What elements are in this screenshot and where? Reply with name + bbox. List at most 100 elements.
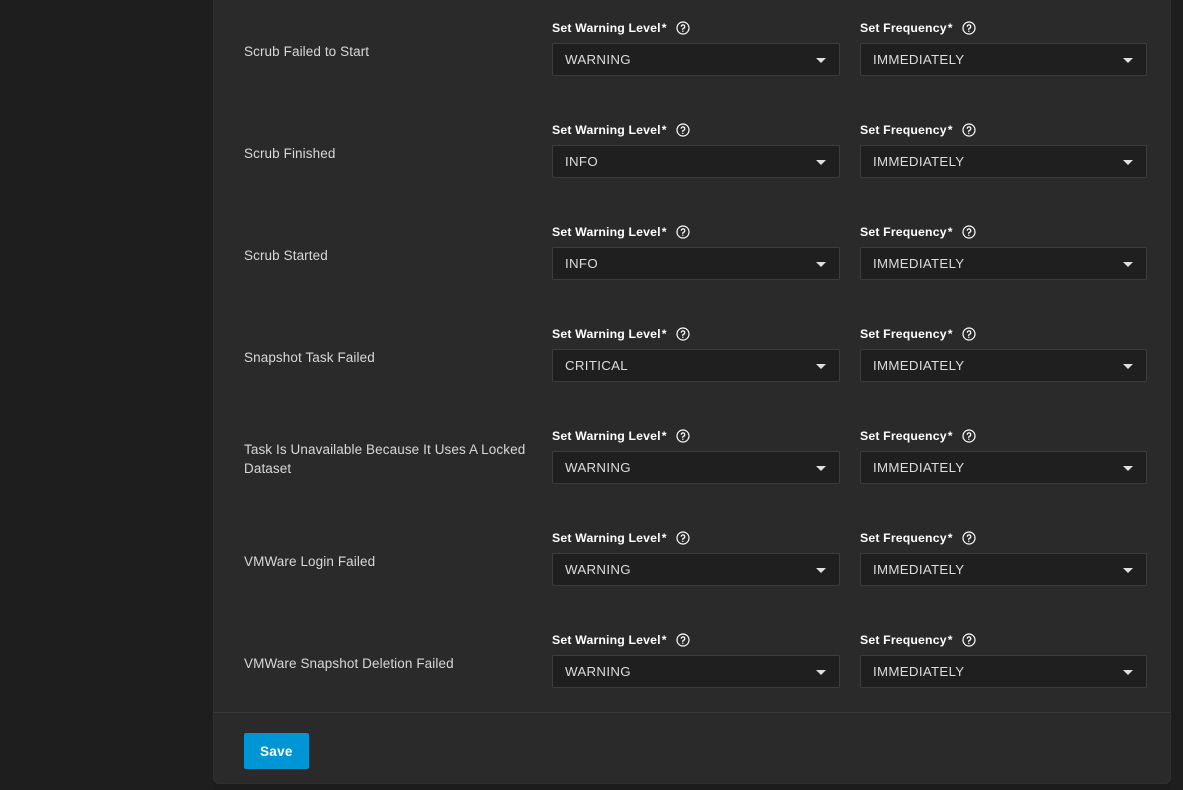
required-marker: * [662, 123, 667, 137]
frequency-label-text: Set Frequency [860, 123, 947, 137]
required-marker: * [948, 633, 953, 647]
frequency-value: IMMEDIATELY [861, 664, 964, 679]
frequency-field: Set Frequency* IMMEDIATELY [860, 0, 1147, 76]
chevron-down-icon [1123, 364, 1133, 369]
warning-level-label: Set Warning Level* [552, 20, 840, 36]
help-circle-icon[interactable] [676, 123, 690, 137]
chevron-down-icon [1123, 58, 1133, 63]
help-circle-icon[interactable] [962, 633, 976, 647]
required-marker: * [948, 327, 953, 341]
frequency-select[interactable]: IMMEDIATELY [860, 349, 1147, 382]
required-marker: * [662, 633, 667, 647]
warning-level-select[interactable]: INFO [552, 145, 840, 178]
frequency-select[interactable]: IMMEDIATELY [860, 655, 1147, 688]
required-marker: * [662, 21, 667, 35]
warning-level-value: WARNING [553, 52, 631, 67]
chevron-down-icon [1123, 466, 1133, 471]
help-circle-icon[interactable] [962, 123, 976, 137]
warning-level-field: Set Warning Level* INFO [552, 102, 840, 178]
required-marker: * [948, 429, 953, 443]
frequency-label: Set Frequency* [860, 530, 1147, 546]
save-button[interactable]: Save [244, 733, 309, 769]
alert-row: Scrub Failed to Start Set Warning Level*… [214, 0, 1170, 102]
required-marker: * [948, 21, 953, 35]
warning-level-label: Set Warning Level* [552, 632, 840, 648]
chevron-down-icon [1123, 670, 1133, 675]
alert-row: Scrub Started Set Warning Level* INFO [214, 204, 1170, 306]
warning-level-value: INFO [553, 154, 598, 169]
frequency-label-text: Set Frequency [860, 531, 947, 545]
warning-level-field: Set Warning Level* WARNING [552, 0, 840, 76]
help-circle-icon[interactable] [962, 429, 976, 443]
frequency-label: Set Frequency* [860, 428, 1147, 444]
frequency-label-text: Set Frequency [860, 21, 947, 35]
warning-level-value: WARNING [553, 460, 631, 475]
warning-level-select[interactable]: WARNING [552, 43, 840, 76]
required-marker: * [948, 123, 953, 137]
frequency-field: Set Frequency* IMMEDIATELY [860, 306, 1147, 382]
required-marker: * [662, 531, 667, 545]
help-circle-icon[interactable] [676, 225, 690, 239]
frequency-label: Set Frequency* [860, 326, 1147, 342]
frequency-value: IMMEDIATELY [861, 358, 964, 373]
alert-row: Task Is Unavailable Because It Uses A Lo… [214, 408, 1170, 510]
chevron-down-icon [816, 58, 826, 63]
frequency-select[interactable]: IMMEDIATELY [860, 553, 1147, 586]
warning-level-label: Set Warning Level* [552, 428, 840, 444]
help-circle-icon[interactable] [676, 633, 690, 647]
frequency-value: IMMEDIATELY [861, 154, 964, 169]
frequency-value: IMMEDIATELY [861, 256, 964, 271]
frequency-field: Set Frequency* IMMEDIATELY [860, 612, 1147, 688]
frequency-label: Set Frequency* [860, 122, 1147, 138]
help-circle-icon[interactable] [962, 21, 976, 35]
warning-level-select[interactable]: WARNING [552, 553, 840, 586]
frequency-label-text: Set Frequency [860, 225, 947, 239]
warning-level-select[interactable]: CRITICAL [552, 349, 840, 382]
warning-level-label-text: Set Warning Level [552, 225, 661, 239]
frequency-select[interactable]: IMMEDIATELY [860, 247, 1147, 280]
chevron-down-icon [816, 466, 826, 471]
frequency-label-text: Set Frequency [860, 327, 947, 341]
warning-level-value: INFO [553, 256, 598, 271]
alert-row-label: VMWare Snapshot Deletion Failed [244, 654, 552, 673]
frequency-label: Set Frequency* [860, 632, 1147, 648]
alert-settings-card: Scrub Failed to Start Set Warning Level*… [213, 0, 1171, 784]
alert-row-label: Snapshot Task Failed [244, 348, 552, 367]
alert-row: Scrub Finished Set Warning Level* INFO [214, 102, 1170, 204]
help-circle-icon[interactable] [676, 327, 690, 341]
frequency-select[interactable]: IMMEDIATELY [860, 451, 1147, 484]
warning-level-select[interactable]: WARNING [552, 451, 840, 484]
warning-level-select[interactable]: INFO [552, 247, 840, 280]
warning-level-label-text: Set Warning Level [552, 531, 661, 545]
warning-level-select[interactable]: WARNING [552, 655, 840, 688]
warning-level-field: Set Warning Level* WARNING [552, 510, 840, 586]
help-circle-icon[interactable] [676, 429, 690, 443]
frequency-select[interactable]: IMMEDIATELY [860, 145, 1147, 178]
help-circle-icon[interactable] [962, 531, 976, 545]
alert-row-label: Scrub Failed to Start [244, 42, 552, 61]
chevron-down-icon [816, 262, 826, 267]
alert-settings-page: Scrub Failed to Start Set Warning Level*… [0, 0, 1183, 790]
help-circle-icon[interactable] [676, 531, 690, 545]
frequency-value: IMMEDIATELY [861, 562, 964, 577]
help-circle-icon[interactable] [962, 327, 976, 341]
frequency-field: Set Frequency* IMMEDIATELY [860, 408, 1147, 484]
chevron-down-icon [816, 670, 826, 675]
form-actions: Save [214, 713, 1170, 783]
alert-row: Snapshot Task Failed Set Warning Level* … [214, 306, 1170, 408]
warning-level-label: Set Warning Level* [552, 122, 840, 138]
frequency-select[interactable]: IMMEDIATELY [860, 43, 1147, 76]
warning-level-field: Set Warning Level* INFO [552, 204, 840, 280]
warning-level-label-text: Set Warning Level [552, 429, 661, 443]
required-marker: * [662, 225, 667, 239]
frequency-label: Set Frequency* [860, 20, 1147, 36]
alert-row: VMWare Snapshot Deletion Failed Set Warn… [214, 612, 1170, 714]
warning-level-field: Set Warning Level* WARNING [552, 612, 840, 688]
frequency-label-text: Set Frequency [860, 429, 947, 443]
warning-level-field: Set Warning Level* CRITICAL [552, 306, 840, 382]
warning-level-value: WARNING [553, 562, 631, 577]
help-circle-icon[interactable] [676, 21, 690, 35]
help-circle-icon[interactable] [962, 225, 976, 239]
required-marker: * [662, 327, 667, 341]
chevron-down-icon [1123, 262, 1133, 267]
